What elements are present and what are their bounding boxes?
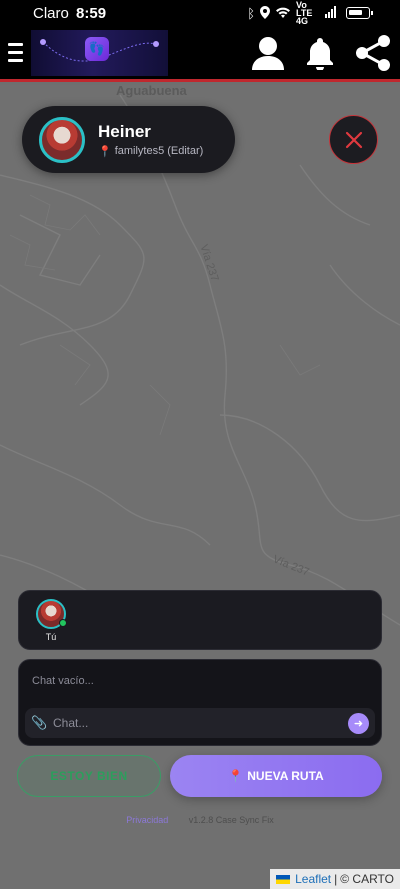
attachment-icon[interactable]: 📎	[31, 715, 47, 731]
edit-group-link[interactable]: (Editar)	[167, 145, 203, 157]
member-item[interactable]: Tú	[35, 599, 67, 642]
carrier-label: Claro	[33, 4, 69, 22]
app-header: 👣	[0, 26, 400, 82]
share-icon[interactable]	[354, 34, 392, 72]
members-panel: Tú	[18, 590, 382, 650]
map-attribution: Leaflet | © CARTO	[270, 869, 400, 889]
send-button[interactable]: ➜	[348, 712, 369, 734]
menu-icon[interactable]	[0, 25, 30, 81]
app-logo: 👣	[31, 29, 168, 76]
status-bar: Claro 8:59 ᛒ Vo LTE 4G	[0, 0, 400, 26]
pin-icon: 📍	[98, 145, 112, 158]
avatar	[39, 116, 85, 163]
avatar	[36, 599, 67, 629]
footprints-icon: 👣	[85, 36, 109, 61]
im-ok-button[interactable]: ESTOY BIEN	[17, 755, 161, 797]
group-name: familytes5	[114, 145, 165, 157]
bell-icon[interactable]	[304, 36, 336, 70]
carto-credit: © CARTO	[340, 872, 394, 886]
user-info: Heiner 📍 familytes5 (Editar)	[98, 122, 203, 158]
clock: 8:59	[76, 4, 107, 22]
member-label: Tú	[45, 632, 57, 642]
status-icons: ᛒ Vo LTE 4G	[247, 0, 373, 26]
user-card[interactable]: Heiner 📍 familytes5 (Editar)	[22, 106, 235, 173]
location-icon	[260, 5, 270, 21]
chat-panel: Chat vacío... 📎 ➜	[18, 659, 382, 746]
new-route-label: NUEVA RUTA	[247, 769, 324, 783]
person-icon[interactable]	[250, 36, 286, 70]
map-place-label: Aguabuena	[116, 85, 187, 98]
status-left: Claro 8:59	[33, 5, 106, 22]
chat-input-row: 📎 ➜	[25, 708, 375, 738]
new-route-button[interactable]: 📍 NUEVA RUTA	[170, 755, 382, 797]
chat-input[interactable]	[53, 716, 348, 730]
version-label: v1.2.8 Case Sync Fix	[188, 815, 274, 825]
bluetooth-icon: ᛒ	[247, 5, 255, 21]
network-label: Vo LTE 4G	[296, 0, 313, 26]
attribution-separator: |	[334, 872, 338, 886]
pin-icon: 📍	[228, 769, 244, 783]
signal-icon	[325, 6, 337, 20]
privacy-link[interactable]: Privacidad	[126, 815, 168, 825]
battery-icon	[346, 7, 373, 19]
user-name: Heiner	[98, 121, 151, 141]
arrow-right-icon: ➜	[353, 717, 364, 730]
header-actions	[250, 34, 400, 72]
online-status-dot	[59, 619, 67, 627]
footer: Privacidad v1.2.8 Case Sync Fix	[0, 815, 400, 825]
close-icon	[345, 131, 362, 148]
wifi-icon	[275, 6, 291, 20]
group-line: 📍 familytes5 (Editar)	[98, 145, 203, 158]
close-button[interactable]	[329, 115, 378, 164]
ukraine-flag-icon	[276, 874, 291, 884]
chat-empty-text: Chat vacío...	[32, 675, 94, 687]
leaflet-link[interactable]: Leaflet	[295, 872, 331, 886]
